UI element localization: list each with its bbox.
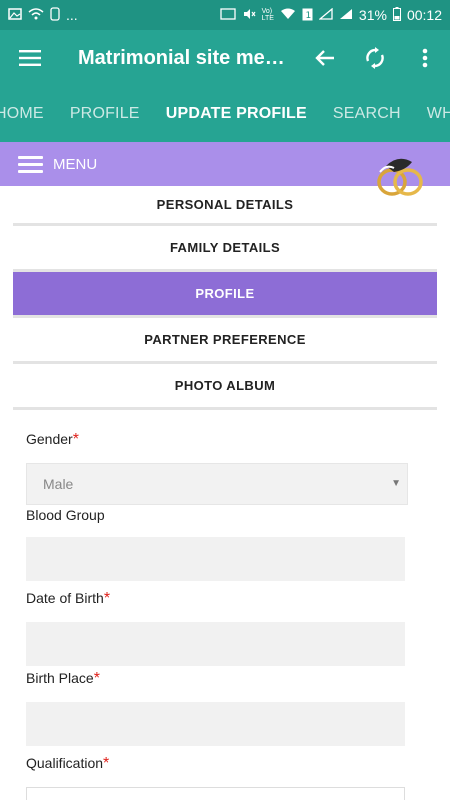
tab-who[interactable]: WHO: [414, 105, 450, 123]
battery-percent: 31%: [358, 7, 387, 23]
image-icon: [8, 8, 22, 22]
qualification-label: Qualification*: [26, 755, 110, 772]
more-vertical-icon[interactable]: [400, 48, 450, 68]
required-mark: *: [72, 431, 79, 448]
profile-sections: PERSONAL DETAILS FAMILY DETAILS PROFILE …: [13, 186, 437, 410]
gender-select[interactable]: Male ▼: [26, 463, 408, 505]
required-mark: *: [93, 670, 100, 687]
signal-icon-2: [339, 8, 353, 22]
volte-icon: Vo) LTE: [261, 8, 274, 22]
wifi-notification-icon: [28, 8, 44, 22]
app-bar: Matrimonial site me…: [0, 30, 450, 86]
battery-icon: [392, 7, 401, 23]
wifi-icon: [280, 8, 296, 22]
tab-home[interactable]: HOME: [0, 105, 57, 123]
section-partner-preference[interactable]: PARTNER PREFERENCE: [13, 318, 437, 364]
section-family-details[interactable]: FAMILY DETAILS: [13, 226, 437, 272]
refresh-icon[interactable]: [350, 47, 400, 69]
mute-icon: [242, 8, 256, 22]
section-photo-album[interactable]: PHOTO ALBUM: [13, 364, 437, 410]
hamburger-icon[interactable]: [0, 50, 60, 66]
cast-icon: [219, 8, 236, 22]
blood-group-field[interactable]: [26, 537, 405, 581]
section-personal-details[interactable]: PERSONAL DETAILS: [13, 186, 437, 226]
arrow-left-icon[interactable]: [300, 49, 350, 67]
tab-bar: HOME PROFILE UPDATE PROFILE SEARCH WHO: [0, 86, 450, 142]
required-mark: *: [103, 590, 111, 607]
required-mark: *: [103, 755, 110, 772]
birth-place-label: Birth Place*: [26, 670, 100, 687]
dob-field[interactable]: [26, 622, 405, 666]
section-profile[interactable]: PROFILE: [13, 272, 437, 318]
app-title: Matrimonial site me…: [78, 46, 285, 69]
sim-icon: 1: [302, 8, 313, 23]
sync-icon: [50, 7, 60, 23]
menu-icon[interactable]: [18, 155, 43, 173]
birth-place-field[interactable]: [26, 702, 405, 746]
tab-search[interactable]: SEARCH: [320, 105, 414, 123]
status-bar: ... Vo) LTE 1 31% 00:12: [0, 0, 450, 30]
caret-down-icon: ▼: [391, 478, 401, 489]
menu-label: MENU: [53, 155, 98, 173]
gender-value: Male: [43, 476, 74, 492]
clock: 00:12: [406, 7, 442, 23]
tab-profile[interactable]: PROFILE: [57, 105, 153, 123]
blood-group-label: Blood Group: [26, 507, 105, 523]
dob-label: Date of Birth*: [26, 590, 111, 607]
qualification-field[interactable]: [26, 787, 405, 800]
gender-label: Gender*: [26, 431, 79, 448]
notification-dots: ...: [66, 7, 78, 23]
signal-icon: [318, 7, 333, 22]
svg-text:1: 1: [305, 11, 311, 21]
tab-update-profile[interactable]: UPDATE PROFILE: [153, 105, 320, 123]
